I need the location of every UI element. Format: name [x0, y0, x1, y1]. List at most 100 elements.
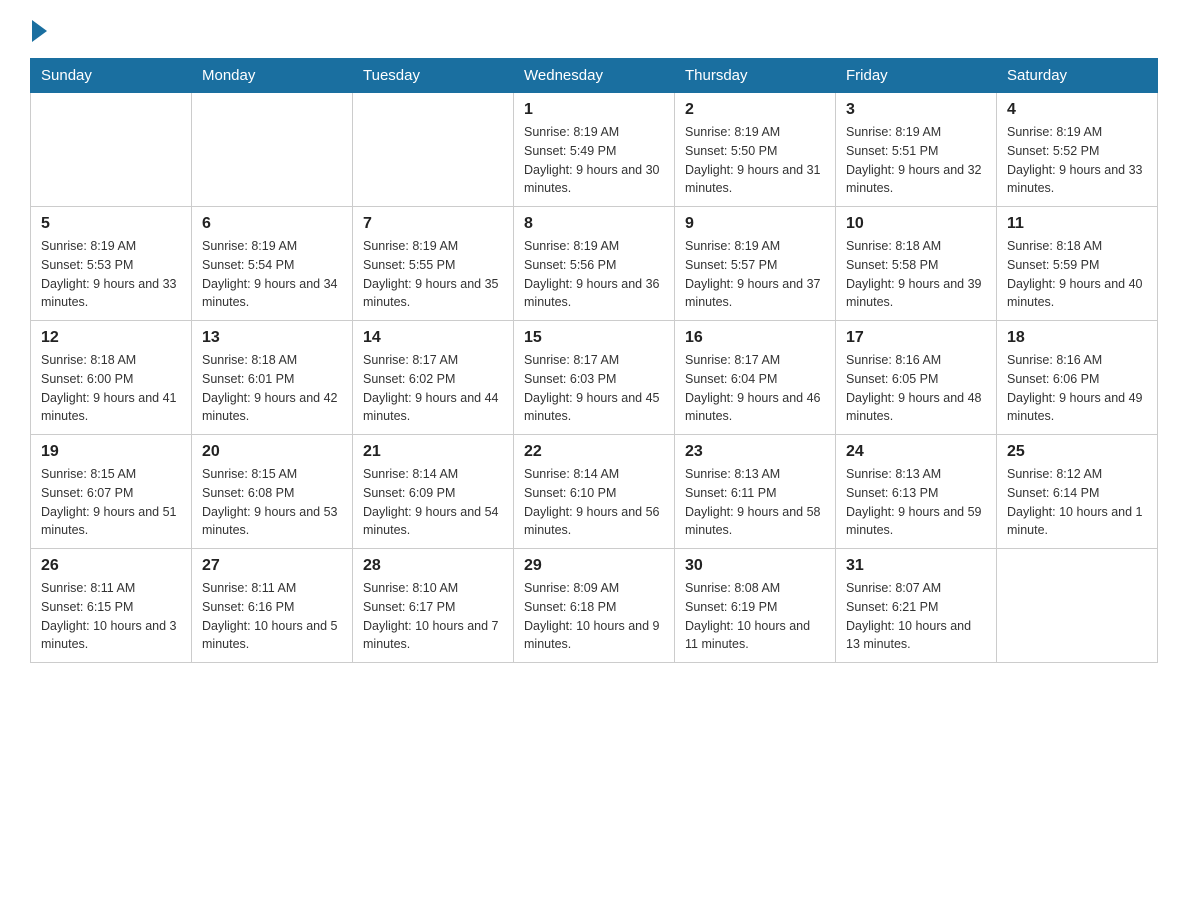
calendar-day-cell: 30Sunrise: 8:08 AM Sunset: 6:19 PM Dayli… [675, 549, 836, 663]
day-info: Sunrise: 8:17 AM Sunset: 6:03 PM Dayligh… [524, 351, 664, 426]
calendar-day-cell: 2Sunrise: 8:19 AM Sunset: 5:50 PM Daylig… [675, 93, 836, 207]
day-info: Sunrise: 8:11 AM Sunset: 6:16 PM Dayligh… [202, 579, 342, 654]
day-number: 7 [363, 215, 503, 233]
logo [30, 20, 47, 38]
calendar-day-cell: 12 Sunrise: 8:18 AM Sunset: 6:00 PM Dayli… [31, 321, 192, 435]
calendar-day-cell: 20 Sunrise: 8:15 AM Sunset: 6:08 PM Dayli… [192, 435, 353, 549]
calendar-day-cell: 18 Sunrise: 8:16 AM Sunset: 6:06 PM Dayli… [997, 321, 1158, 435]
day-number: 18 [1007, 329, 1147, 347]
calendar-week-row: 1 Sunrise: 8:19 AM Sunset: 5:49 PM Daylig… [31, 93, 1158, 207]
day-of-week-header: Friday [836, 59, 997, 93]
day-info: Sunrise: 8:16 AM Sunset: 6:06 PM Dayligh… [1007, 351, 1147, 426]
day-number: 6 [202, 215, 342, 233]
day-number: 20 [202, 443, 342, 461]
calendar-header-row: SundayMondayTuesdayWednesdayThursdayFrid… [31, 59, 1158, 93]
day-info: Sunrise: 8:19 AM Sunset: 5:54 PM Dayligh… [202, 237, 342, 312]
day-number: 30 [685, 557, 825, 575]
day-of-week-header: Tuesday [353, 59, 514, 93]
calendar-week-row: 12 Sunrise: 8:18 AM Sunset: 6:00 PM Dayli… [31, 321, 1158, 435]
logo-triangle-icon [32, 20, 47, 42]
day-info: Sunrise: 8:18 AM Sunset: 5:58 PM Dayligh… [846, 237, 986, 312]
day-number: 28 [363, 557, 503, 575]
day-number: 14 [363, 329, 503, 347]
day-number: 25 [1007, 443, 1147, 461]
day-number: 24 [846, 443, 986, 461]
day-number: 11 [1007, 215, 1147, 233]
day-info: Sunrise: 8:17 AM Sunset: 6:04 PM Dayligh… [685, 351, 825, 426]
day-info: Sunrise: 8:15 AM Sunset: 6:08 PM Dayligh… [202, 465, 342, 540]
day-info: Sunrise: 8:19 AM Sunset: 5:56 PM Dayligh… [524, 237, 664, 312]
day-info: Sunrise: 8:18 AM Sunset: 5:59 PM Dayligh… [1007, 237, 1147, 312]
calendar-day-cell: 11 Sunrise: 8:18 AM Sunset: 5:59 PM Dayli… [997, 207, 1158, 321]
day-info: Sunrise: 8:14 AM Sunset: 6:10 PM Dayligh… [524, 465, 664, 540]
calendar-day-cell: 17 Sunrise: 8:16 AM Sunset: 6:05 PM Dayli… [836, 321, 997, 435]
calendar-day-cell: 29 Sunrise: 8:09 AM Sunset: 6:18 PM Dayli… [514, 549, 675, 663]
calendar-day-cell: 10Sunrise: 8:18 AM Sunset: 5:58 PM Dayli… [836, 207, 997, 321]
day-number: 31 [846, 557, 986, 575]
day-info: Sunrise: 8:11 AM Sunset: 6:15 PM Dayligh… [41, 579, 181, 654]
page-header [30, 20, 1158, 38]
calendar-day-cell: 27Sunrise: 8:11 AM Sunset: 6:16 PM Dayli… [192, 549, 353, 663]
day-number: 1 [524, 101, 664, 119]
day-number: 3 [846, 101, 986, 119]
calendar-day-cell [997, 549, 1158, 663]
calendar-day-cell: 9 Sunrise: 8:19 AM Sunset: 5:57 PM Daylig… [675, 207, 836, 321]
calendar-day-cell: 16Sunrise: 8:17 AM Sunset: 6:04 PM Dayli… [675, 321, 836, 435]
day-info: Sunrise: 8:07 AM Sunset: 6:21 PM Dayligh… [846, 579, 986, 654]
calendar-day-cell [192, 93, 353, 207]
day-number: 26 [41, 557, 181, 575]
calendar-day-cell: 5 Sunrise: 8:19 AM Sunset: 5:53 PM Daylig… [31, 207, 192, 321]
day-info: Sunrise: 8:18 AM Sunset: 6:00 PM Dayligh… [41, 351, 181, 426]
calendar-day-cell: 1 Sunrise: 8:19 AM Sunset: 5:49 PM Daylig… [514, 93, 675, 207]
day-info: Sunrise: 8:16 AM Sunset: 6:05 PM Dayligh… [846, 351, 986, 426]
day-info: Sunrise: 8:09 AM Sunset: 6:18 PM Dayligh… [524, 579, 664, 654]
day-number: 8 [524, 215, 664, 233]
day-number: 12 [41, 329, 181, 347]
calendar-day-cell: 3 Sunrise: 8:19 AM Sunset: 5:51 PM Daylig… [836, 93, 997, 207]
day-info: Sunrise: 8:19 AM Sunset: 5:57 PM Dayligh… [685, 237, 825, 312]
calendar-day-cell: 31 Sunrise: 8:07 AM Sunset: 6:21 PM Dayli… [836, 549, 997, 663]
calendar-day-cell: 13 Sunrise: 8:18 AM Sunset: 6:01 PM Dayli… [192, 321, 353, 435]
day-info: Sunrise: 8:19 AM Sunset: 5:51 PM Dayligh… [846, 123, 986, 198]
day-info: Sunrise: 8:12 AM Sunset: 6:14 PM Dayligh… [1007, 465, 1147, 540]
day-of-week-header: Wednesday [514, 59, 675, 93]
calendar-day-cell: 25 Sunrise: 8:12 AM Sunset: 6:14 PM Dayli… [997, 435, 1158, 549]
calendar-day-cell: 22 Sunrise: 8:14 AM Sunset: 6:10 PM Dayli… [514, 435, 675, 549]
calendar-day-cell: 14 Sunrise: 8:17 AM Sunset: 6:02 PM Dayli… [353, 321, 514, 435]
calendar-table: SundayMondayTuesdayWednesdayThursdayFrid… [30, 58, 1158, 663]
day-info: Sunrise: 8:13 AM Sunset: 6:11 PM Dayligh… [685, 465, 825, 540]
day-of-week-header: Monday [192, 59, 353, 93]
day-of-week-header: Thursday [675, 59, 836, 93]
calendar-day-cell: 19Sunrise: 8:15 AM Sunset: 6:07 PM Dayli… [31, 435, 192, 549]
day-number: 23 [685, 443, 825, 461]
calendar-day-cell: 6 Sunrise: 8:19 AM Sunset: 5:54 PM Daylig… [192, 207, 353, 321]
calendar-day-cell: 23 Sunrise: 8:13 AM Sunset: 6:11 PM Dayli… [675, 435, 836, 549]
day-of-week-header: Sunday [31, 59, 192, 93]
day-number: 29 [524, 557, 664, 575]
day-info: Sunrise: 8:19 AM Sunset: 5:55 PM Dayligh… [363, 237, 503, 312]
day-info: Sunrise: 8:13 AM Sunset: 6:13 PM Dayligh… [846, 465, 986, 540]
day-number: 21 [363, 443, 503, 461]
day-number: 15 [524, 329, 664, 347]
day-number: 5 [41, 215, 181, 233]
day-info: Sunrise: 8:14 AM Sunset: 6:09 PM Dayligh… [363, 465, 503, 540]
day-number: 17 [846, 329, 986, 347]
day-info: Sunrise: 8:18 AM Sunset: 6:01 PM Dayligh… [202, 351, 342, 426]
calendar-day-cell: 8 Sunrise: 8:19 AM Sunset: 5:56 PM Daylig… [514, 207, 675, 321]
day-info: Sunrise: 8:19 AM Sunset: 5:49 PM Dayligh… [524, 123, 664, 198]
day-number: 19 [41, 443, 181, 461]
calendar-day-cell: 24 Sunrise: 8:13 AM Sunset: 6:13 PM Dayli… [836, 435, 997, 549]
day-info: Sunrise: 8:10 AM Sunset: 6:17 PM Dayligh… [363, 579, 503, 654]
day-info: Sunrise: 8:17 AM Sunset: 6:02 PM Dayligh… [363, 351, 503, 426]
calendar-day-cell: 28 Sunrise: 8:10 AM Sunset: 6:17 PM Dayli… [353, 549, 514, 663]
day-number: 13 [202, 329, 342, 347]
calendar-day-cell: 7 Sunrise: 8:19 AM Sunset: 5:55 PM Daylig… [353, 207, 514, 321]
day-number: 9 [685, 215, 825, 233]
day-of-week-header: Saturday [997, 59, 1158, 93]
calendar-week-row: 26 Sunrise: 8:11 AM Sunset: 6:15 PM Dayli… [31, 549, 1158, 663]
calendar-day-cell: 21 Sunrise: 8:14 AM Sunset: 6:09 PM Dayli… [353, 435, 514, 549]
day-info: Sunrise: 8:19 AM Sunset: 5:53 PM Dayligh… [41, 237, 181, 312]
day-info: Sunrise: 8:19 AM Sunset: 5:50 PM Dayligh… [685, 123, 825, 198]
day-number: 22 [524, 443, 664, 461]
calendar-day-cell [353, 93, 514, 207]
